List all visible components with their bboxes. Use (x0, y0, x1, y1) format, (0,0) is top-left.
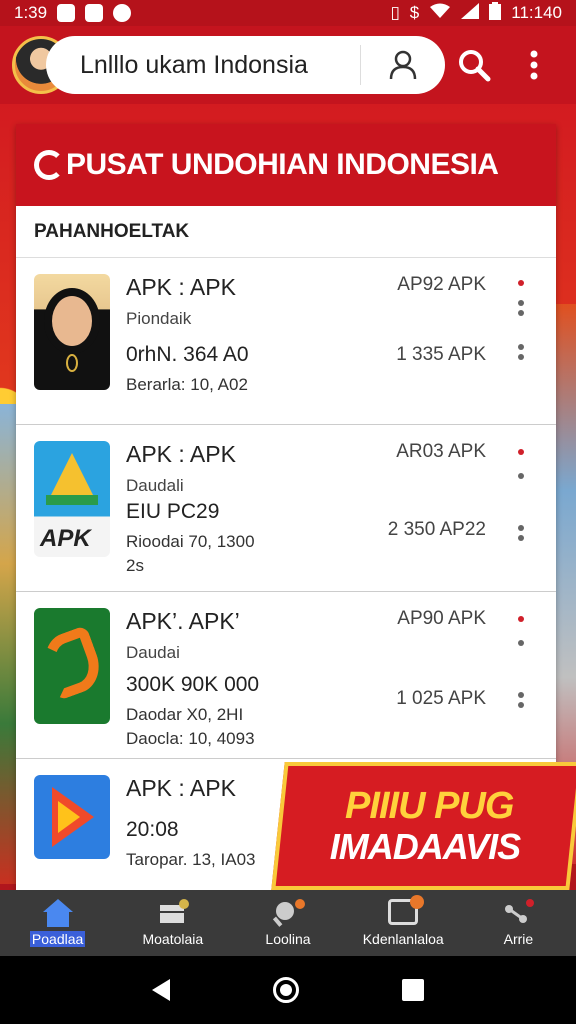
card-header: PUSAT UNDOHIAN INDONESIA (16, 124, 556, 206)
nav-item-label: Kdenlanlaloa (362, 931, 444, 947)
drive-logo-bar (46, 495, 98, 505)
bottom-navigation: Poadlaa Moatolaia Loolina Kdenlanlaloa A… (0, 890, 576, 956)
nav-item-label: Arrie (503, 931, 534, 947)
menu-dot-icon (518, 280, 524, 286)
menu-dot-icon (518, 344, 524, 350)
menu-dot-icon (518, 702, 524, 708)
status-clock-right: 11:140 (511, 3, 562, 22)
app-thumbnail: APK (34, 441, 110, 557)
item-right-mid: 1 025 APK (396, 688, 486, 709)
status-bar: 1:39 ▯ $ 11:140 (0, 0, 576, 26)
card-header-title: PUSAT UNDOHIAN INDONESIA (66, 148, 499, 181)
recents-icon[interactable] (402, 979, 425, 1001)
apk-logo-icon: APK (40, 525, 91, 552)
list-item-text: APK : APK Daudali EIU PC29 Rioodai 70, 1… (126, 441, 538, 591)
promo-line-1: PIIIU PUG (344, 784, 514, 827)
item-right-top: AR03 APK (396, 441, 486, 462)
nav-item-label: Moatolaia (142, 931, 204, 947)
necklace-decoration (66, 354, 78, 372)
search-icon (459, 50, 491, 82)
data-saver-icon: $ (409, 3, 420, 22)
item-meta-extra: Daocla: 10, 4093 (126, 729, 255, 748)
app-thumbnail (34, 274, 110, 390)
section-title: PAHANHOELTAK (16, 206, 556, 258)
app-bar: Lnlllo ukam Indonsia (0, 26, 576, 104)
menu-dot-icon (518, 535, 524, 541)
menu-dot-icon (518, 616, 524, 622)
item-more-button[interactable] (518, 344, 524, 360)
list-item[interactable]: APK : APK Piondaik 0rhN. 364 A0 Berarla:… (16, 258, 556, 425)
store-icon (159, 899, 189, 923)
user-icon (389, 50, 416, 80)
menu-dot-icon (518, 310, 524, 316)
gmail-icon (57, 4, 76, 22)
nav-item-share[interactable]: Arrie (461, 890, 576, 956)
item-right-mid: 2 350 AP22 (387, 519, 486, 540)
home-icon (41, 899, 75, 927)
item-menu-button[interactable] (518, 280, 524, 316)
nav-item-label: Loolina (265, 931, 311, 947)
menu-dot-icon (518, 525, 524, 531)
overflow-menu-button[interactable] (504, 36, 564, 94)
battery-icon (489, 1, 502, 25)
person-photo-icon (52, 296, 92, 346)
system-navigation-bar (0, 956, 576, 1024)
user-button[interactable] (361, 36, 445, 94)
item-meta: Berarla: 10, A02 (126, 375, 248, 394)
search-button[interactable] (445, 36, 505, 94)
nav-item-home[interactable]: Poadlaa (0, 890, 115, 956)
brand-logo-icon (34, 150, 64, 180)
ping-pong-icon (272, 899, 305, 927)
item-subtitle: Daudali (126, 476, 184, 495)
menu-dot-icon (518, 449, 524, 455)
share-icon (505, 899, 535, 923)
item-right-column: AR03 APK 2 350 AP22 (388, 441, 486, 540)
nav-item-ping-pong[interactable]: Loolina (230, 890, 345, 956)
item-subtitle: Daudai (126, 643, 180, 662)
item-subtitle: Piondaik (126, 309, 192, 328)
list-item[interactable]: APK APK : APK Daudali EIU PC29 Rioodai 7… (16, 425, 556, 592)
item-menu-button[interactable] (518, 616, 524, 646)
item-right-top: AP92 APK (397, 274, 486, 295)
bag-icon (518, 473, 524, 479)
search-field-text: Lnlllo ukam Indonsia (80, 50, 308, 79)
back-icon[interactable] (151, 979, 170, 1001)
signal-icon (461, 2, 480, 24)
list-item-text: APK’. APK’ Daudai 300K 90K 000 Daodar X0… (126, 608, 538, 758)
app-thumbnail (34, 775, 110, 859)
item-more-button[interactable] (518, 525, 524, 541)
promo-banner[interactable]: PIIIU PUG IMADAAVIS (271, 762, 576, 890)
nav-item-store[interactable]: Moatolaia (115, 890, 230, 956)
play-logo-inner (58, 801, 80, 833)
menu-dot-icon (518, 354, 524, 360)
item-right-column: AP90 APK 1 025 APK (396, 608, 486, 709)
notification-icon (113, 4, 132, 22)
notification-badge (410, 895, 425, 909)
item-more-button[interactable] (518, 692, 524, 708)
app-logo-icon (36, 624, 108, 702)
wifi-icon (429, 3, 451, 24)
list-item[interactable]: APK’. APK’ Daudai 300K 90K 000 Daodar X0… (16, 592, 556, 759)
more-vertical-icon (530, 50, 538, 80)
nav-item-notes[interactable]: Kdenlanlaloa (346, 890, 461, 956)
app-notification-icon (85, 4, 104, 22)
home-button-icon[interactable] (272, 977, 299, 1003)
item-menu-button[interactable] (518, 449, 524, 479)
search-field[interactable]: Lnlllo ukam Indonsia (46, 36, 445, 94)
bag-icon (518, 640, 524, 646)
status-time: 1:39 (14, 3, 48, 22)
item-right-mid: 1 335 APK (396, 344, 486, 365)
nav-item-label: Poadlaa (29, 931, 86, 947)
drive-logo-icon (48, 453, 96, 501)
item-meta-extra: 2s (126, 556, 144, 575)
vibrate-icon: ▯ (390, 3, 400, 22)
promo-line-2: IMADAAVIS (329, 825, 521, 867)
item-right-column: AP92 APK 1 335 APK (396, 274, 486, 365)
app-thumbnail (34, 608, 110, 724)
item-right-top: AP90 APK (397, 608, 486, 629)
menu-dot-icon (518, 692, 524, 698)
menu-dot-icon (518, 300, 524, 306)
